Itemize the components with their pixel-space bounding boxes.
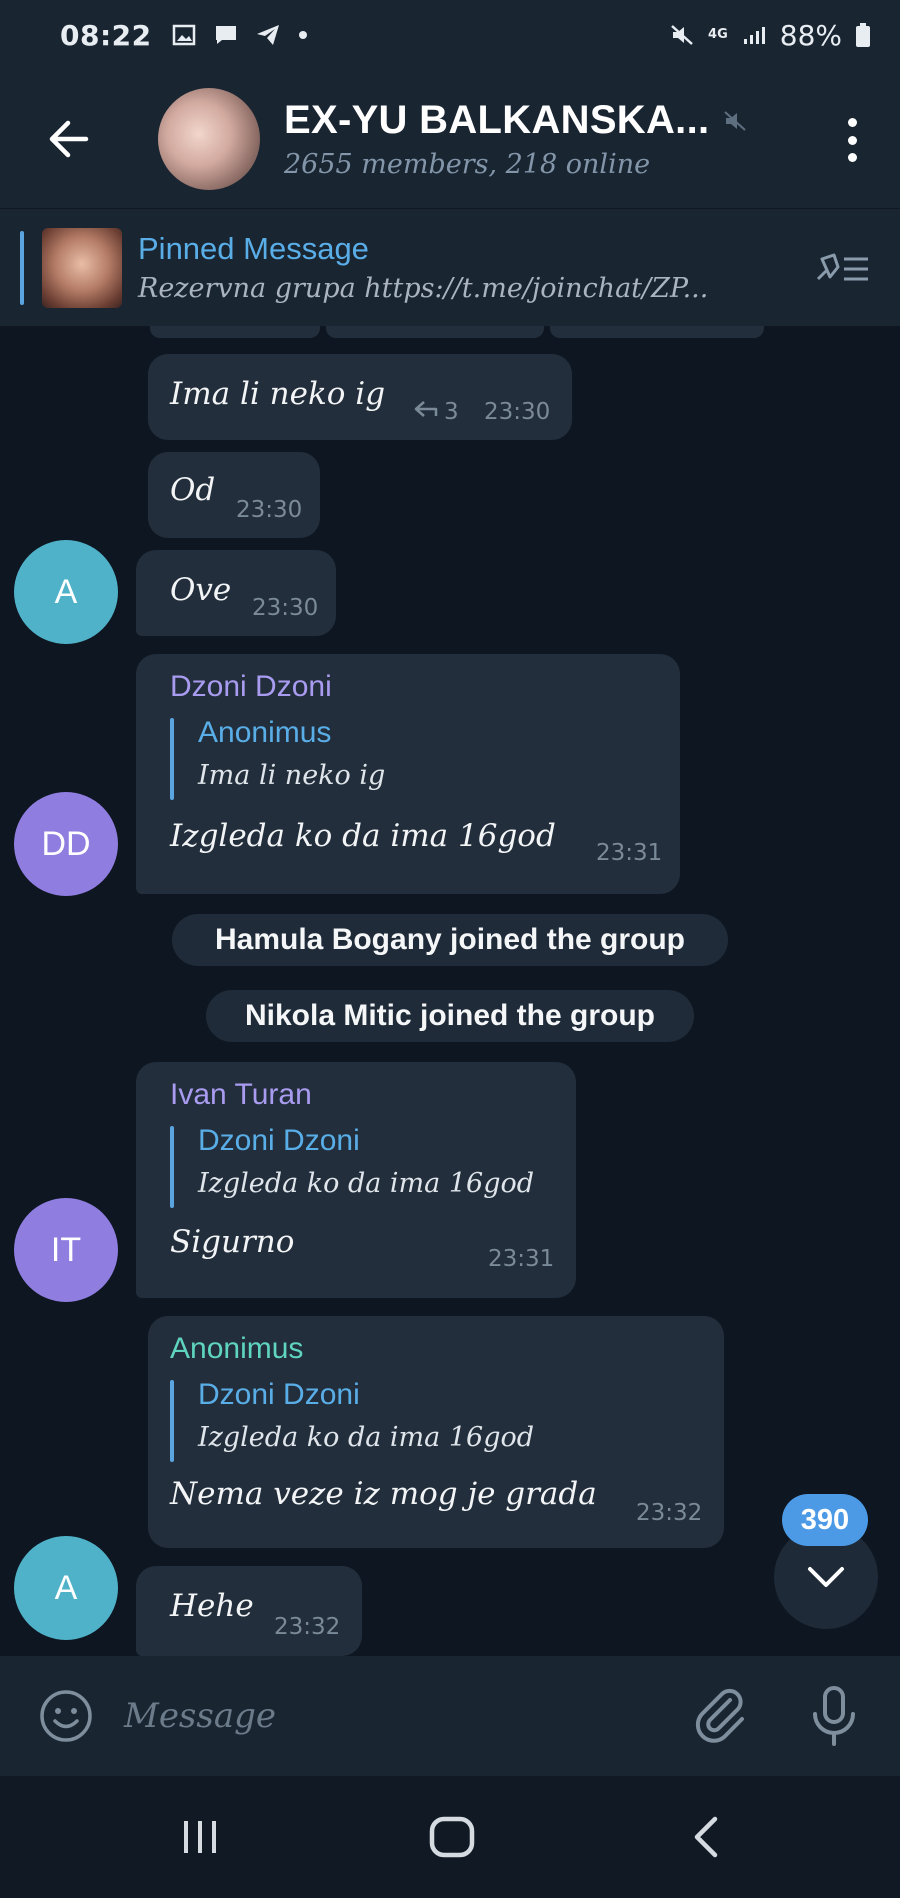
group-avatar[interactable] (158, 88, 260, 190)
message-bubble[interactable]: Ove 23:30 (136, 550, 336, 636)
service-message: Hamula Bogany joined the group (172, 914, 728, 966)
nav-home-button[interactable] (422, 1810, 482, 1864)
partial-media-bubble (150, 326, 320, 338)
group-member-count: 2655 members, 218 online (284, 149, 651, 180)
dot-icon (298, 31, 307, 39)
unread-count-badge[interactable]: 390 (782, 1494, 868, 1546)
message-text: Ove (170, 572, 232, 608)
partial-media-bubble (326, 326, 544, 338)
group-info[interactable]: EX-YU BALKANSKA... 2655 members, 218 onl… (284, 98, 747, 180)
avatar[interactable]: A (14, 1536, 118, 1640)
reply-count[interactable]: 3 (444, 399, 459, 425)
chevron-down-icon (808, 1567, 844, 1587)
message-time: 23:32 (274, 1614, 341, 1640)
partial-media-bubble (550, 326, 764, 338)
message-bubble[interactable]: Anonimus Dzoni Dzoni Izgleda ko da ima 1… (148, 1316, 724, 1548)
signal-icon (743, 27, 765, 44)
quote-indicator (170, 718, 174, 800)
quote-text[interactable]: Izgleda ko da ima 16god (198, 1168, 534, 1199)
pinned-thumbnail (42, 227, 122, 308)
pinned-text: Rezervna grupa https://t.me/joinchat/ZP.… (138, 273, 709, 304)
quote-text[interactable]: Izgleda ko da ima 16god (198, 1422, 534, 1453)
avatar[interactable]: A (14, 540, 118, 644)
message-text: Hehe (170, 1588, 254, 1624)
message-text: Od (170, 472, 216, 508)
pinned-title: Pinned Message (138, 231, 369, 266)
notification-icons (172, 24, 308, 46)
nav-back-button[interactable] (676, 1810, 736, 1864)
pin-list-icon[interactable] (812, 249, 872, 289)
emoji-icon[interactable] (36, 1686, 96, 1746)
more-options-button[interactable] (842, 118, 862, 162)
gallery-notification-icon (172, 24, 195, 46)
message-input-bar: Message (0, 1656, 900, 1776)
message-text: Izgleda ko da ima 16god (170, 818, 556, 854)
message-bubble[interactable]: Ivan Turan Dzoni Dzoni Izgleda ko da ima… (136, 1062, 576, 1298)
message-time: 23:31 (596, 840, 663, 866)
message-time: 23:30 (236, 497, 303, 523)
mic-icon[interactable] (806, 1684, 862, 1748)
service-message: Nikola Mitic joined the group (206, 990, 694, 1042)
avatar[interactable]: DD (14, 792, 118, 896)
attach-icon[interactable] (690, 1684, 754, 1748)
nav-recents-icon (184, 1821, 216, 1853)
message-sender[interactable]: Anonimus (170, 1332, 303, 1366)
group-title: EX-YU BALKANSKA... (284, 98, 710, 142)
reply-icon (414, 401, 438, 417)
message-bubble[interactable]: Hehe 23:32 (136, 1566, 362, 1656)
nav-home-icon (429, 1816, 475, 1858)
nav-back-icon (694, 1816, 718, 1858)
message-text: Nema veze iz mog je grada (170, 1476, 597, 1512)
more-vert-icon (847, 118, 857, 127)
message-time: 23:30 (484, 399, 551, 425)
quote-text[interactable]: Ima li neko ig (198, 760, 385, 791)
muted-icon (724, 110, 747, 131)
message-sender[interactable]: Ivan Turan (170, 1078, 312, 1112)
message-text: Sigurno (170, 1224, 295, 1260)
message-time: 23:31 (488, 1246, 555, 1272)
message-text: Ima li neko ig (170, 376, 386, 412)
pinned-indicator (20, 231, 24, 305)
message-time: 23:32 (636, 1500, 703, 1526)
chat-history[interactable]: Ima li neko ig 3 23:30 Od 23:30 A Ove 23… (0, 326, 900, 1656)
message-bubble[interactable]: Dzoni Dzoni Anonimus Ima li neko ig Izgl… (136, 654, 680, 894)
telegram-notification-icon (256, 25, 279, 45)
message-time: 23:30 (252, 595, 319, 621)
message-sender[interactable]: Dzoni Dzoni (170, 670, 332, 704)
system-navigation-bar (0, 1776, 900, 1898)
quote-sender[interactable]: Dzoni Dzoni (198, 1124, 360, 1158)
nav-recents-button[interactable] (170, 1810, 230, 1864)
quote-sender[interactable]: Dzoni Dzoni (198, 1378, 360, 1412)
back-arrow-icon (49, 120, 89, 158)
mute-status-icon (671, 25, 693, 45)
battery-percent: 88% (779, 18, 842, 52)
chat-header: EX-YU BALKANSKA... 2655 members, 218 onl… (0, 70, 900, 208)
quote-indicator (170, 1126, 174, 1208)
message-notification-icon (215, 26, 236, 44)
avatar[interactable]: IT (14, 1198, 118, 1302)
status-time: 08:22 (60, 18, 152, 52)
back-button[interactable] (38, 109, 98, 169)
pinned-message-bar[interactable]: Pinned Message Rezervna grupa https://t.… (0, 208, 900, 326)
message-bubble[interactable]: Od 23:30 (148, 452, 320, 538)
status-bar: 08:22 4G 88% (0, 0, 900, 70)
quote-sender[interactable]: Anonimus (198, 716, 331, 750)
quote-indicator (170, 1380, 174, 1462)
network-type: 4G (708, 27, 728, 42)
message-input[interactable]: Message (124, 1696, 276, 1736)
battery-icon (856, 23, 870, 47)
message-bubble[interactable]: Ima li neko ig 3 23:30 (148, 354, 572, 440)
